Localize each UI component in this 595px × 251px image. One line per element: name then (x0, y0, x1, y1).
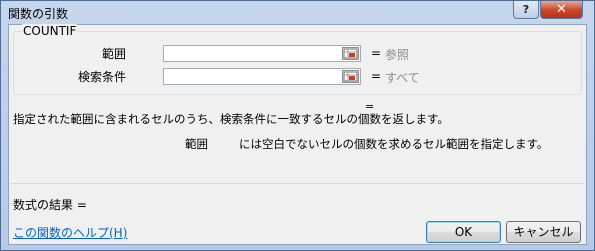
criteria-label: 検索条件 (77, 70, 126, 84)
criteria-result: すべて (385, 71, 420, 85)
argument-description-name: 範囲 (185, 137, 208, 151)
collapse-dialog-icon (343, 48, 358, 59)
range-label: 範囲 (101, 47, 126, 61)
dialog-title: 関数の引数 (8, 7, 69, 21)
dialog-body: COUNTIF 範囲 = 参照 検索条件 = すべて = 指定された範囲に含まれ… (8, 24, 587, 245)
function-help-link[interactable]: この関数のヘルプ(H) (13, 224, 127, 241)
criteria-ref-button[interactable] (342, 70, 359, 83)
criteria-input[interactable] (163, 68, 361, 85)
arguments-group: COUNTIF 範囲 = 参照 検索条件 = すべて (13, 24, 582, 95)
formula-result-label: 数式の結果 = (13, 198, 87, 212)
function-name: COUNTIF (22, 24, 78, 38)
collapse-dialog-icon (343, 71, 358, 82)
title-bar[interactable]: 関数の引数 ? ✕ (1, 1, 594, 23)
range-result: 参照 (385, 48, 410, 62)
close-button[interactable]: ✕ (540, 1, 583, 19)
function-arguments-dialog: 関数の引数 ? ✕ COUNTIF 範囲 = 参照 検索条件 = すべて = 指… (0, 0, 595, 251)
cancel-button[interactable]: キャンセル (506, 221, 581, 243)
argument-description: には空白でないセルの個数を求めるセル範囲を指定します。 (239, 137, 549, 151)
help-button[interactable]: ? (513, 1, 539, 19)
divider (11, 183, 584, 184)
criteria-equals: = (371, 69, 382, 83)
help-icon: ? (522, 3, 530, 16)
range-equals: = (371, 46, 382, 60)
range-ref-button[interactable] (342, 47, 359, 60)
close-icon: ✕ (556, 2, 567, 17)
function-description: 指定された範囲に含まれるセルのうち、検索条件に一致するセルの個数を返します。 (13, 112, 449, 126)
range-input[interactable] (163, 45, 361, 62)
ok-button[interactable]: OK (426, 221, 501, 243)
